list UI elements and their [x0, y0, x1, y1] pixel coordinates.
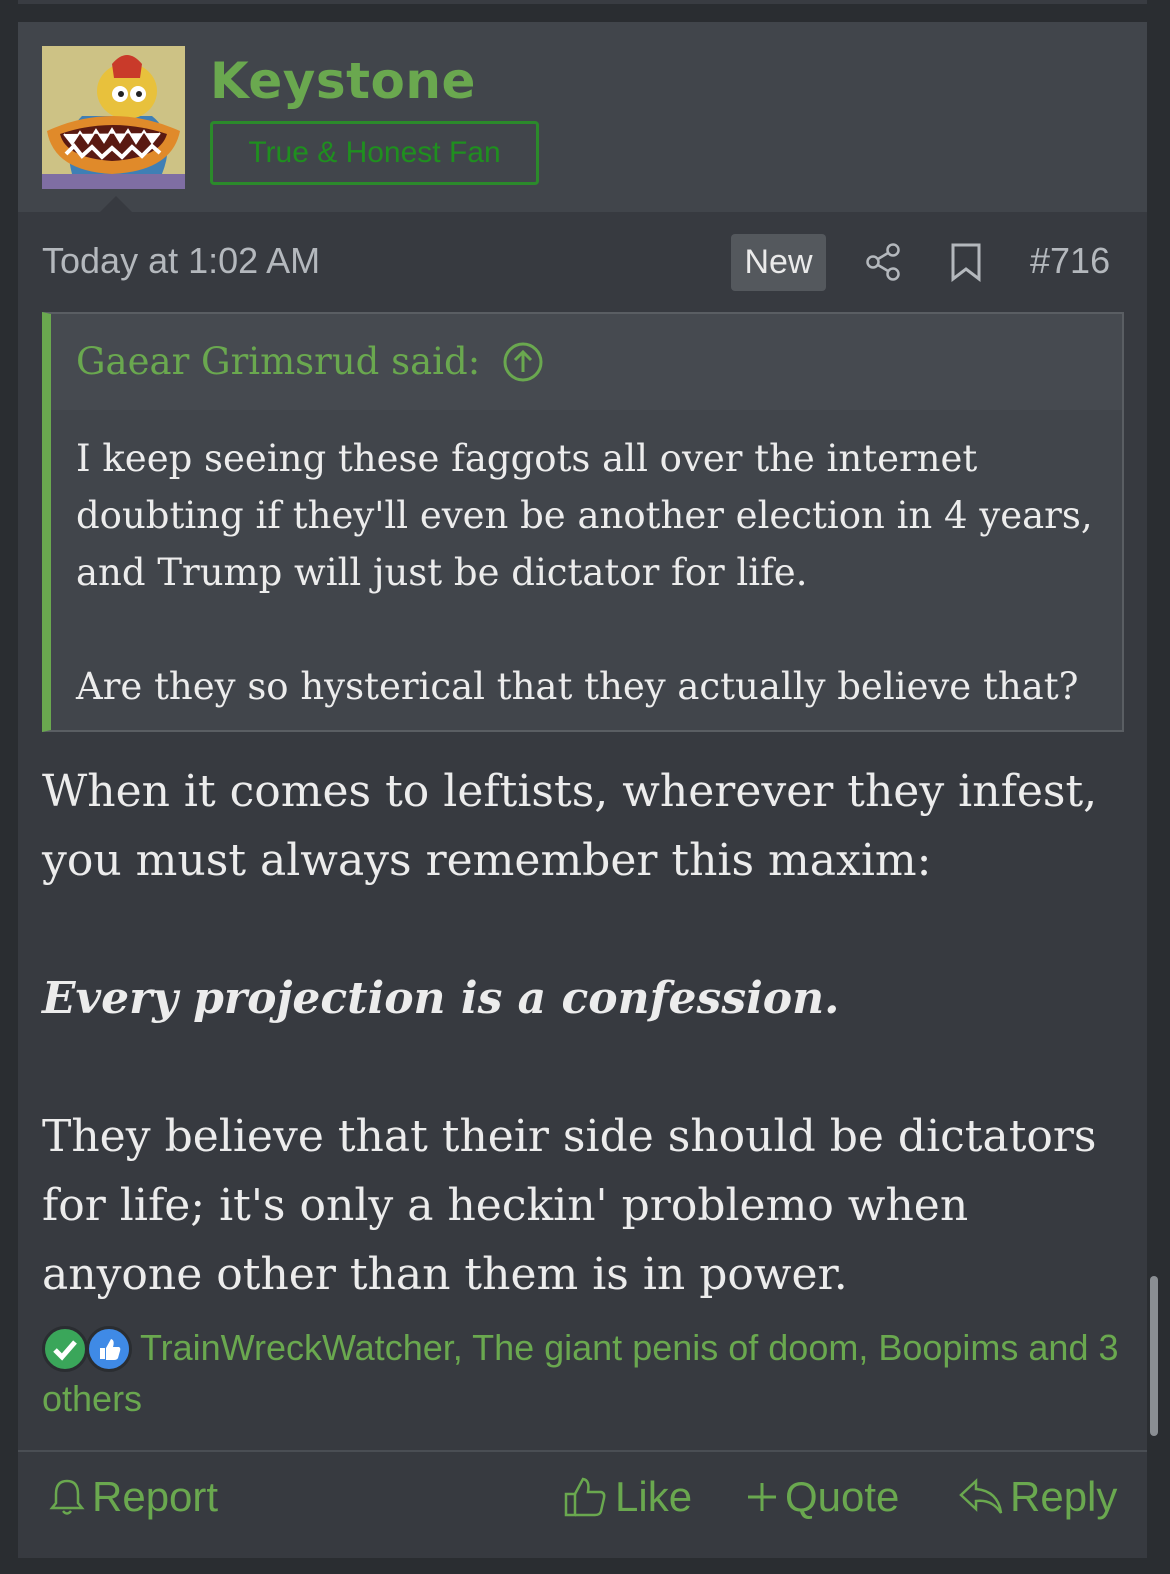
- post-user-header: Keystone True & Honest Fan: [18, 22, 1147, 212]
- thumbs-up-icon: [564, 1477, 606, 1517]
- like-button[interactable]: Like: [563, 1462, 692, 1532]
- body-paragraph: They believe that their side should be d…: [42, 1111, 1097, 1300]
- post-number-link[interactable]: #716: [1030, 240, 1110, 282]
- quote-paragraph: Are they so hysterical that they actuall…: [76, 665, 1079, 708]
- reply-button[interactable]: Reply: [958, 1462, 1117, 1532]
- like-reaction-icon: [86, 1326, 132, 1372]
- like-label: Like: [615, 1473, 693, 1520]
- previous-post-edge: [18, 0, 1147, 4]
- quote-content: I keep seeing these faggots all over the…: [76, 430, 1106, 715]
- user-title-badge: True & Honest Fan: [210, 121, 539, 185]
- quote-label: Quote: [785, 1473, 900, 1520]
- plus-icon: [748, 1483, 776, 1511]
- quote-header: Gaear Grimsrud said:: [51, 314, 1122, 410]
- bookmark-icon[interactable]: [950, 242, 982, 283]
- actions-divider: [18, 1450, 1147, 1452]
- report-button[interactable]: Report: [48, 1462, 218, 1532]
- reply-arrow-icon: [959, 1478, 1003, 1514]
- new-badge: New: [731, 234, 826, 291]
- quote-paragraph: I keep seeing these faggots all over the…: [76, 437, 1093, 594]
- share-icon[interactable]: [865, 242, 903, 282]
- post-date[interactable]: Today at 1:02 AM: [42, 240, 320, 282]
- reactions-bar: TrainWreckWatcher, The giant penis of do…: [42, 1322, 1132, 1424]
- forum-post: Keystone True & Honest Fan Today at 1:02…: [18, 22, 1147, 1558]
- reaction-users-link[interactable]: TrainWreckWatcher, The giant penis of do…: [42, 1327, 1119, 1419]
- bell-icon: [49, 1479, 85, 1515]
- report-label: Report: [92, 1473, 219, 1520]
- quote-button[interactable]: Quote: [745, 1462, 899, 1532]
- quote-attribution[interactable]: Gaear Grimsrud said:: [76, 340, 480, 383]
- avatar[interactable]: [42, 46, 185, 189]
- body-paragraph: When it comes to leftists, wherever they…: [42, 766, 1098, 886]
- reply-label: Reply: [1010, 1473, 1118, 1520]
- reaction-icons[interactable]: [42, 1326, 140, 1372]
- username[interactable]: Keystone: [210, 52, 476, 110]
- jump-to-quoted-post-icon[interactable]: [502, 341, 544, 383]
- body-emphasis: Every projection is a confession.: [42, 973, 840, 1024]
- quote-block: Gaear Grimsrud said: I keep seeing these…: [42, 312, 1124, 732]
- checkmark-reaction-icon: [42, 1326, 88, 1372]
- post-actions: Report Like Quote Reply: [18, 1462, 1147, 1542]
- scrollbar[interactable]: [1150, 1276, 1158, 1436]
- avatar-pointer: [100, 196, 132, 212]
- post-body: When it comes to leftists, wherever they…: [42, 757, 1132, 1309]
